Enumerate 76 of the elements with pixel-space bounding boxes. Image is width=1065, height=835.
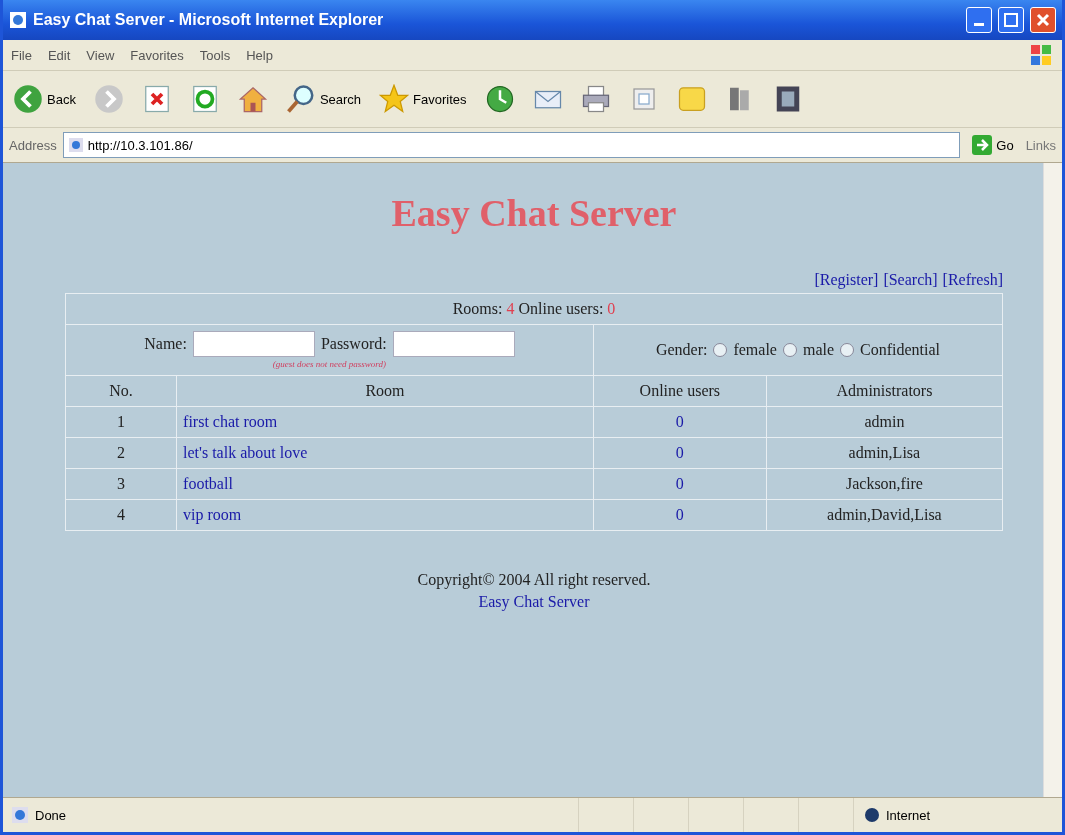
page-icon: [11, 806, 29, 824]
table-cell: admin,Lisa: [766, 437, 1003, 469]
maximize-button[interactable]: [998, 7, 1024, 33]
globe-icon: [864, 807, 880, 823]
menu-item[interactable]: Edit: [47, 47, 71, 63]
gender-label: Gender:: [655, 341, 708, 359]
page-icon: [67, 137, 84, 153]
column-header: No.: [65, 375, 177, 407]
arrow-right-icon: [93, 84, 124, 114]
address-label: Address: [9, 137, 57, 153]
table-cell: 3: [65, 468, 177, 500]
column-header: Online users: [593, 375, 767, 407]
arrow-left-icon: [13, 84, 43, 114]
star-icon: [379, 84, 410, 114]
room-link[interactable]: first chat room: [183, 413, 278, 430]
footer-link[interactable]: Easy Chat Server: [478, 593, 590, 611]
minimize-icon: [974, 22, 984, 26]
stats-text: Rooms: 4 Online users: 0: [452, 300, 616, 317]
page-icon: [9, 11, 27, 29]
password-field[interactable]: [392, 331, 515, 357]
room-link[interactable]: vip room: [183, 506, 242, 523]
password-label: Password:: [320, 335, 387, 353]
search-icon: [285, 84, 316, 114]
menu-item[interactable]: Favorites: [130, 47, 184, 63]
room-link[interactable]: football: [183, 475, 233, 492]
nav-link[interactable]: [Refresh]: [942, 271, 1003, 289]
radio-label: Confidential: [860, 341, 940, 359]
name-field[interactable]: [192, 331, 315, 357]
table-cell: Jackson,fire: [766, 468, 1003, 500]
go-button[interactable]: Go: [966, 134, 1020, 156]
nav-link[interactable]: [Register]: [814, 271, 879, 289]
close-button[interactable]: [1030, 7, 1056, 33]
room-link[interactable]: let's talk about love: [183, 444, 308, 461]
table-cell: admin,David,Lisa: [766, 499, 1003, 531]
arrow-right-icon: [972, 135, 993, 155]
online-count-link[interactable]: 0: [675, 413, 684, 430]
table-cell: 4: [65, 499, 177, 531]
name-label: Name:: [144, 335, 187, 353]
table-cell: 2: [65, 437, 177, 469]
house-icon: [237, 84, 268, 114]
status-text: Done: [35, 807, 67, 823]
window-title: Easy Chat Server - Microsoft Internet Explorer: [33, 11, 385, 29]
minimize-button[interactable]: [966, 7, 992, 33]
links-button[interactable]: Links: [1025, 137, 1056, 153]
nav-link[interactable]: [Search]: [883, 271, 938, 289]
copyright-text: Copyright© 2004 All right reserved.: [417, 571, 651, 589]
menu-item[interactable]: View: [86, 47, 115, 63]
windows-logo-icon: [1028, 43, 1054, 67]
column-header: Administrators: [766, 375, 1003, 407]
scrollbar[interactable]: [1043, 163, 1062, 797]
online-count-link[interactable]: 0: [675, 444, 684, 461]
online-count-link[interactable]: 0: [675, 506, 684, 523]
page-heading: Easy Chat Server: [391, 191, 677, 235]
clock-icon: [484, 84, 515, 114]
radio-label: female: [733, 341, 777, 359]
radio-button[interactable]: [713, 343, 728, 357]
menu-item[interactable]: Help: [246, 47, 273, 63]
favorites-button[interactable]: Favorites: [377, 82, 469, 116]
radio-button[interactable]: [840, 343, 855, 357]
note-icon: [676, 84, 707, 114]
radio-label: male: [802, 341, 835, 359]
table-cell: 1: [65, 406, 177, 438]
maximize-icon: [1004, 13, 1018, 27]
printer-icon: [580, 84, 611, 114]
radio-button[interactable]: [782, 343, 797, 357]
address-field[interactable]: http://10.3.101.86/: [62, 132, 961, 158]
close-icon: [1036, 13, 1050, 27]
back-button[interactable]: Back: [11, 82, 78, 116]
menu-item[interactable]: File: [11, 47, 32, 63]
menu-item[interactable]: Tools: [199, 47, 231, 63]
zone-text: Internet: [886, 807, 931, 823]
password-hint: (guest does not need password): [271, 359, 387, 369]
online-count-link[interactable]: 0: [675, 475, 684, 492]
search-button[interactable]: Search: [283, 82, 364, 116]
column-header: Room: [176, 375, 594, 407]
table-cell: admin: [766, 406, 1003, 438]
